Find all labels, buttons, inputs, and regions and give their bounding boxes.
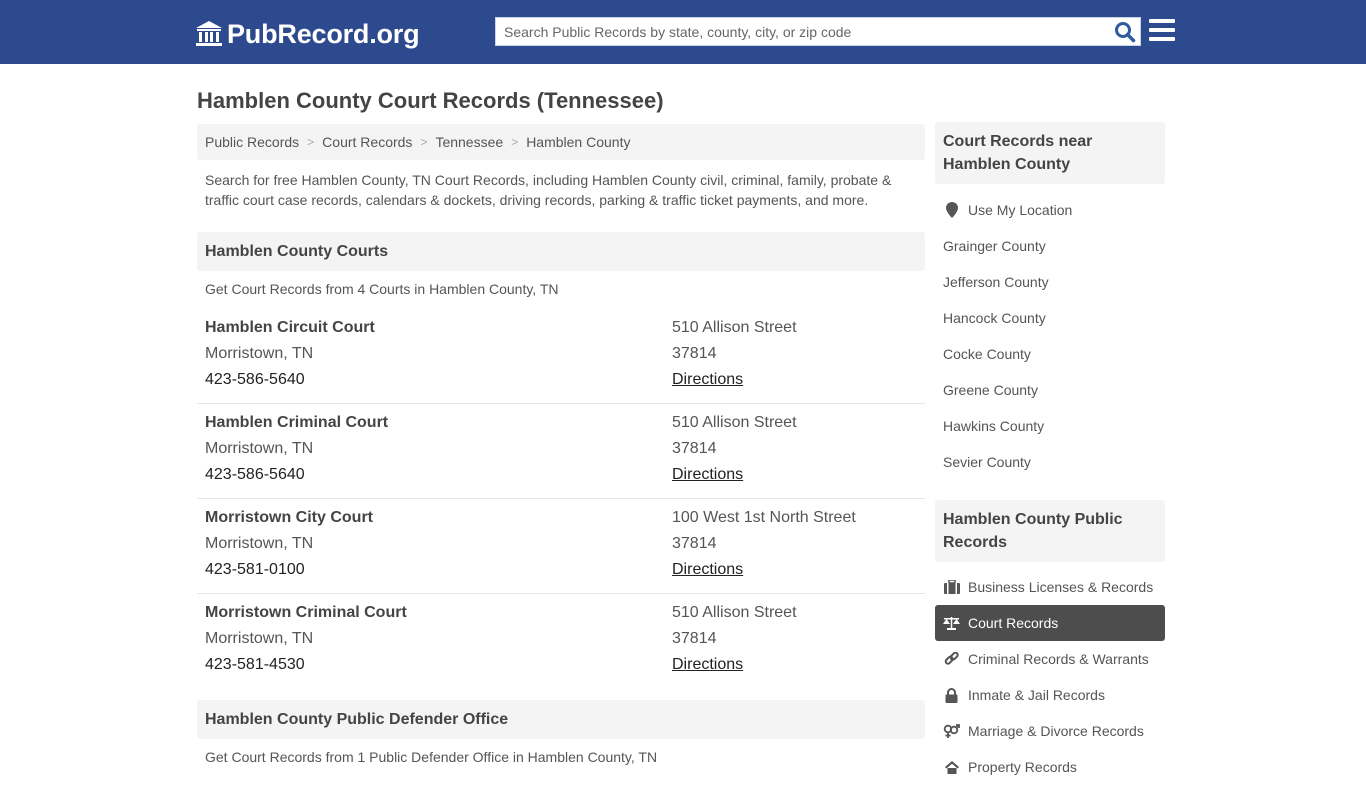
sidebar-item-label: Criminal Records & Warrants (968, 651, 1149, 667)
sidebar-item-label: Property Records (968, 759, 1077, 775)
map-marker-icon (943, 202, 960, 218)
court-name: Hamblen Criminal Court (205, 414, 389, 431)
court-phone[interactable]: 423-586-5640 (205, 367, 375, 393)
court-listing: Hamblen Criminal Court Morristown, TN 42… (197, 404, 925, 499)
breadcrumb-tennessee[interactable]: Tennessee (435, 134, 503, 150)
sidebar-item-label: Inmate & Jail Records (968, 687, 1105, 703)
breadcrumb-court-records[interactable]: Court Records (322, 134, 412, 150)
defender-section-subtext: Get Court Records from 1 Public Defender… (205, 749, 658, 765)
public-records-heading: Hamblen County Public Records (935, 500, 1165, 562)
directions-link[interactable]: Directions (672, 561, 743, 578)
nearby-county-link[interactable]: Hawkins County (935, 408, 1165, 444)
breadcrumb-separator: > (511, 135, 519, 149)
sidebar-item-court-records[interactable]: Court Records (935, 605, 1165, 641)
court-zip: 37814 (672, 345, 717, 362)
menu-icon-bar (1149, 19, 1175, 23)
lock-icon (943, 687, 960, 703)
breadcrumb-separator: > (420, 135, 428, 149)
use-my-location-label: Use My Location (968, 202, 1073, 218)
nearby-county-link[interactable]: Greene County (935, 372, 1165, 408)
nearby-county-link[interactable]: Hancock County (935, 300, 1165, 336)
breadcrumb-hamblen-county[interactable]: Hamblen County (526, 134, 630, 150)
briefcase-icon (943, 579, 960, 595)
court-address: 510 Allison Street (672, 604, 797, 621)
sidebar-item-label: Court Records (968, 615, 1059, 631)
menu-icon-bar (1149, 28, 1175, 32)
directions-link[interactable]: Directions (672, 656, 743, 673)
court-zip: 37814 (672, 630, 717, 647)
nearby-county-link[interactable]: Sevier County (935, 444, 1165, 480)
breadcrumb: Public Records > Court Records > Tenness… (197, 124, 925, 160)
sidebar-item-label: Marriage & Divorce Records (968, 723, 1144, 739)
search-bar (495, 17, 1141, 46)
top-navbar: PubRecord.org (0, 0, 1366, 64)
court-city: Morristown, TN (205, 345, 314, 362)
breadcrumb-separator: > (307, 135, 315, 149)
directions-link[interactable]: Directions (672, 371, 743, 388)
home-icon (943, 759, 960, 775)
sidebar-item-marriage-records[interactable]: Marriage & Divorce Records (935, 713, 1165, 749)
search-icon (1115, 22, 1136, 43)
court-city: Morristown, TN (205, 440, 314, 457)
court-phone[interactable]: 423-581-4530 (205, 652, 407, 678)
courts-section-subtext: Get Court Records from 4 Courts in Hambl… (205, 281, 559, 297)
court-listing: Morristown City Court Morristown, TN 423… (197, 499, 925, 594)
court-name: Morristown Criminal Court (205, 604, 407, 621)
court-listing: Morristown Criminal Court Morristown, TN… (197, 594, 925, 689)
sidebar-item-property-records[interactable]: Property Records (935, 749, 1165, 785)
court-address: 510 Allison Street (672, 319, 797, 336)
court-zip: 37814 (672, 535, 717, 552)
court-name: Morristown City Court (205, 509, 373, 526)
defender-section-heading: Hamblen County Public Defender Office (197, 700, 925, 739)
logo-text: PubRecord.org (227, 18, 420, 49)
court-name: Hamblen Circuit Court (205, 319, 375, 336)
sidebar-item-label: Business Licenses & Records (968, 579, 1154, 595)
court-city: Morristown, TN (205, 630, 314, 647)
menu-icon-bar (1149, 37, 1175, 41)
court-phone[interactable]: 423-581-0100 (205, 557, 373, 583)
search-button[interactable] (1114, 21, 1136, 43)
sidebar-item-business-licenses[interactable]: Business Licenses & Records (935, 569, 1165, 605)
nearby-heading: Court Records near Hamblen County (935, 122, 1165, 184)
page-title: Hamblen County Court Records (Tennessee) (197, 88, 664, 113)
hamburger-menu-button[interactable] (1149, 19, 1175, 43)
sidebar-item-criminal-records[interactable]: Criminal Records & Warrants (935, 641, 1165, 677)
courthouse-icon (196, 21, 222, 46)
nearby-county-link[interactable]: Cocke County (935, 336, 1165, 372)
link-icon (943, 651, 960, 667)
balance-scale-icon (943, 615, 960, 631)
use-my-location-link[interactable]: Use My Location (935, 192, 1165, 228)
sidebar-item-inmate-records[interactable]: Inmate & Jail Records (935, 677, 1165, 713)
court-phone[interactable]: 423-586-5640 (205, 462, 388, 488)
court-address: 100 West 1st North Street (672, 509, 856, 526)
court-city: Morristown, TN (205, 535, 314, 552)
court-zip: 37814 (672, 440, 717, 457)
courts-section-heading: Hamblen County Courts (197, 232, 925, 271)
intro-text: Search for free Hamblen County, TN Court… (205, 172, 892, 208)
site-logo[interactable]: PubRecord.org (195, 17, 420, 51)
search-input[interactable] (496, 18, 1106, 45)
nearby-county-link[interactable]: Grainger County (935, 228, 1165, 264)
nearby-county-link[interactable]: Jefferson County (935, 264, 1165, 300)
breadcrumb-public-records[interactable]: Public Records (205, 134, 299, 150)
court-listing: Hamblen Circuit Court Morristown, TN 423… (197, 309, 925, 404)
court-address: 510 Allison Street (672, 414, 797, 431)
venus-mars-icon (943, 723, 960, 739)
directions-link[interactable]: Directions (672, 466, 743, 483)
